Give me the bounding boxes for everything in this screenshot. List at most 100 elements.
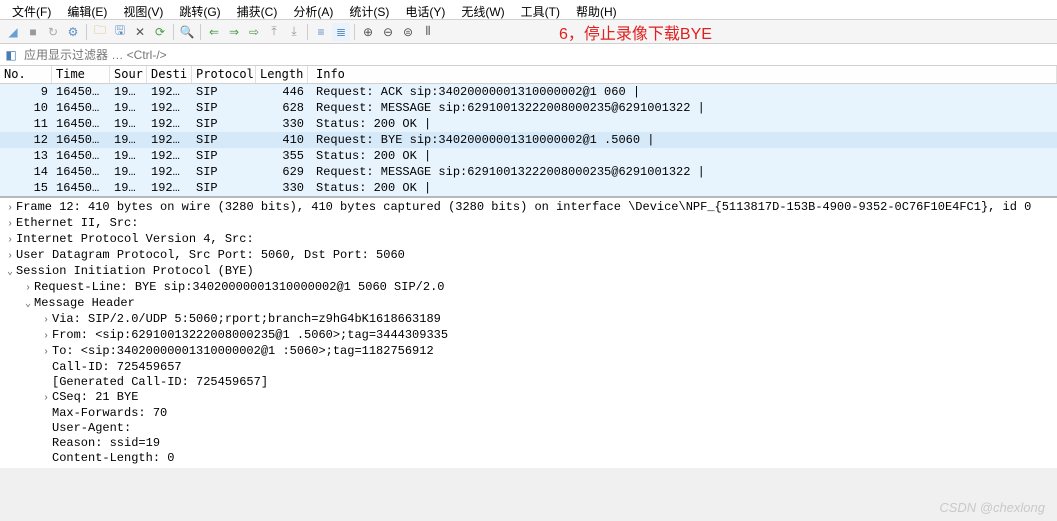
expand-open-icon[interactable]: ⌄ bbox=[22, 297, 34, 312]
restart-capture-icon[interactable]: ↻ bbox=[44, 23, 62, 41]
expand-closed-icon[interactable]: › bbox=[40, 345, 52, 360]
expand-closed-icon[interactable]: › bbox=[40, 329, 52, 344]
go-last-icon[interactable]: ⤓ bbox=[285, 23, 303, 41]
find-packet-icon[interactable]: 🔍 bbox=[178, 23, 196, 41]
detail-line[interactable]: [Generated Call-ID: 725459657] bbox=[4, 375, 1053, 390]
packet-row[interactable]: 1416450…19…192…SIP629Request: MESSAGE si… bbox=[0, 164, 1057, 180]
cell-protocol: SIP bbox=[192, 100, 256, 116]
detail-text: Session Initiation Protocol (BYE) bbox=[16, 264, 254, 279]
cell-time: 16450… bbox=[52, 132, 110, 148]
menu-edit[interactable]: 编辑(E) bbox=[59, 2, 115, 17]
detail-text: Message Header bbox=[34, 296, 135, 311]
expand-open-icon[interactable]: ⌄ bbox=[4, 265, 16, 280]
detail-line[interactable]: Content-Length: 0 bbox=[4, 451, 1053, 466]
zoom-out-icon[interactable]: ⊖ bbox=[379, 23, 397, 41]
menu-wireless[interactable]: 无线(W) bbox=[453, 2, 512, 17]
packet-row[interactable]: 1216450…19…192…SIP410Request: BYE sip:34… bbox=[0, 132, 1057, 148]
expand-closed-icon[interactable]: › bbox=[4, 217, 16, 232]
detail-line[interactable]: ›Internet Protocol Version 4, Src: bbox=[4, 232, 1053, 248]
menu-statistics[interactable]: 统计(S) bbox=[341, 2, 397, 17]
detail-line[interactable]: ›From: <sip:62910013222008000235@1 .5060… bbox=[4, 328, 1053, 344]
detail-line[interactable]: ›Request-Line: BYE sip:34020000001310000… bbox=[4, 280, 1053, 296]
toolbar: ◢ ■ ↻ ⚙ 🗀 🖫 ✕ ⟳ 🔍 ⇐ ⇒ ⇨ ⤒ ⤓ ≡ ≣ ⊕ ⊖ ⊜ ⫴ … bbox=[0, 20, 1057, 44]
expand-closed-icon[interactable]: › bbox=[22, 281, 34, 296]
detail-line[interactable]: Max-Forwards: 70 bbox=[4, 406, 1053, 421]
menu-help[interactable]: 帮助(H) bbox=[568, 2, 625, 17]
cell-length: 629 bbox=[256, 164, 308, 180]
cell-source: 19… bbox=[110, 84, 147, 100]
column-destination[interactable]: Desti bbox=[147, 66, 192, 83]
expand-closed-icon[interactable]: › bbox=[4, 249, 16, 264]
menu-file[interactable]: 文件(F) bbox=[4, 2, 59, 17]
detail-line[interactable]: ›User Datagram Protocol, Src Port: 5060,… bbox=[4, 248, 1053, 264]
go-forward-icon[interactable]: ⇒ bbox=[225, 23, 243, 41]
go-to-packet-icon[interactable]: ⇨ bbox=[245, 23, 263, 41]
cell-no: 13 bbox=[0, 148, 52, 164]
cell-info: Request: ACK sip:34020000001310000002@1 … bbox=[308, 84, 1057, 100]
close-file-icon[interactable]: ✕ bbox=[131, 23, 149, 41]
cell-time: 16450… bbox=[52, 148, 110, 164]
column-info[interactable]: Info bbox=[308, 66, 1057, 83]
menu-capture[interactable]: 捕获(C) bbox=[229, 2, 286, 17]
detail-line[interactable]: ›Frame 12: 410 bytes on wire (3280 bits)… bbox=[4, 200, 1053, 216]
packet-row[interactable]: 1516450…19…192…SIP330Status: 200 OK | bbox=[0, 180, 1057, 196]
menu-go[interactable]: 跳转(G) bbox=[171, 2, 228, 17]
cell-time: 16450… bbox=[52, 180, 110, 196]
zoom-reset-icon[interactable]: ⊜ bbox=[399, 23, 417, 41]
detail-line[interactable]: ⌄Message Header bbox=[4, 296, 1053, 312]
cell-length: 446 bbox=[256, 84, 308, 100]
resize-columns-icon[interactable]: ⫴ bbox=[419, 23, 437, 41]
detail-text: Content-Length: 0 bbox=[52, 451, 174, 466]
packet-row[interactable]: 1316450…19…192…SIP355Status: 200 OK | bbox=[0, 148, 1057, 164]
stop-capture-icon[interactable]: ■ bbox=[24, 23, 42, 41]
filter-bar: ◧ bbox=[0, 44, 1057, 66]
cell-time: 16450… bbox=[52, 164, 110, 180]
packet-row[interactable]: 1116450…19…192…SIP330Status: 200 OK | bbox=[0, 116, 1057, 132]
go-first-icon[interactable]: ⤒ bbox=[265, 23, 283, 41]
column-source[interactable]: Sour bbox=[110, 66, 147, 83]
display-filter-input[interactable] bbox=[20, 46, 1055, 64]
detail-line[interactable]: ⌄Session Initiation Protocol (BYE) bbox=[4, 264, 1053, 280]
cell-info: Status: 200 OK | bbox=[308, 148, 1057, 164]
packet-row[interactable]: 916450…19…192…SIP446Request: ACK sip:340… bbox=[0, 84, 1057, 100]
column-length[interactable]: Length bbox=[256, 66, 308, 83]
colorize-icon[interactable]: ≣ bbox=[332, 23, 350, 41]
capture-options-icon[interactable]: ⚙ bbox=[64, 23, 82, 41]
column-no[interactable]: No. bbox=[0, 66, 52, 83]
go-back-icon[interactable]: ⇐ bbox=[205, 23, 223, 41]
detail-line[interactable]: Reason: ssid=19 bbox=[4, 436, 1053, 451]
cell-source: 19… bbox=[110, 148, 147, 164]
expand-closed-icon[interactable]: › bbox=[4, 233, 16, 248]
menu-telephony[interactable]: 电话(Y) bbox=[397, 2, 453, 17]
detail-line[interactable]: ›Via: SIP/2.0/UDP 5:5060;rport;branch=z9… bbox=[4, 312, 1053, 328]
cell-destination: 192… bbox=[147, 132, 192, 148]
packet-row[interactable]: 1016450…19…192…SIP628Request: MESSAGE si… bbox=[0, 100, 1057, 116]
bookmark-icon[interactable]: ◧ bbox=[2, 46, 20, 64]
save-file-icon[interactable]: 🖫 bbox=[111, 23, 129, 41]
column-time[interactable]: Time bbox=[52, 66, 110, 83]
detail-line[interactable]: ›To: <sip:34020000001310000002@1 :5060>;… bbox=[4, 344, 1053, 360]
cell-destination: 192… bbox=[147, 116, 192, 132]
cell-source: 19… bbox=[110, 116, 147, 132]
detail-text: User-Agent: bbox=[52, 421, 131, 436]
detail-line[interactable]: Call-ID: 725459657 bbox=[4, 360, 1053, 375]
menu-tools[interactable]: 工具(T) bbox=[513, 2, 568, 17]
detail-line[interactable]: User-Agent: bbox=[4, 421, 1053, 436]
column-protocol[interactable]: Protocol bbox=[192, 66, 256, 83]
detail-text: To: <sip:34020000001310000002@1 :5060>;t… bbox=[52, 344, 434, 359]
toolbar-separator bbox=[173, 24, 174, 40]
autoscroll-icon[interactable]: ≡ bbox=[312, 23, 330, 41]
menu-view[interactable]: 视图(V) bbox=[115, 2, 171, 17]
toolbar-separator bbox=[307, 24, 308, 40]
menu-analyze[interactable]: 分析(A) bbox=[285, 2, 341, 17]
detail-line[interactable]: ›CSeq: 21 BYE bbox=[4, 390, 1053, 406]
expand-closed-icon[interactable]: › bbox=[40, 391, 52, 406]
reload-icon[interactable]: ⟳ bbox=[151, 23, 169, 41]
zoom-in-icon[interactable]: ⊕ bbox=[359, 23, 377, 41]
expand-closed-icon[interactable]: › bbox=[40, 313, 52, 328]
open-file-icon[interactable]: 🗀 bbox=[91, 23, 109, 41]
cell-info: Status: 200 OK | bbox=[308, 116, 1057, 132]
expand-closed-icon[interactable]: › bbox=[4, 201, 16, 216]
detail-line[interactable]: ›Ethernet II, Src: bbox=[4, 216, 1053, 232]
start-capture-icon[interactable]: ◢ bbox=[4, 23, 22, 41]
